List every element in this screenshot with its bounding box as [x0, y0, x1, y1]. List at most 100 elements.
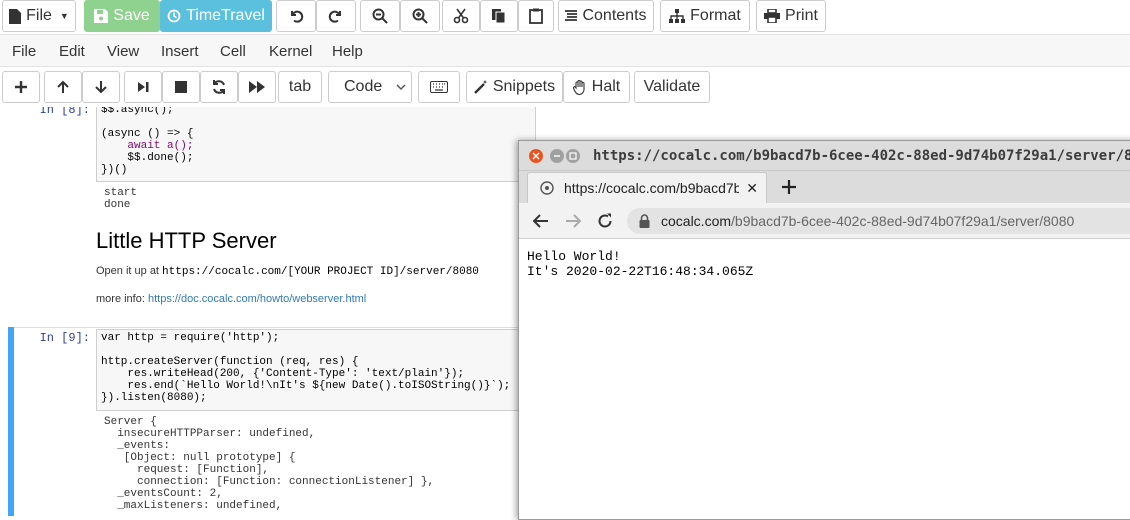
minimize-icon — [554, 155, 560, 157]
output-line: _events: — [104, 440, 171, 452]
format-button[interactable]: Format — [660, 0, 750, 32]
menu-help[interactable]: Help — [332, 43, 363, 60]
step-forward-icon — [137, 81, 149, 93]
stop-button[interactable] — [162, 71, 200, 103]
print-button[interactable]: Print — [756, 0, 826, 32]
cell-type-select[interactable]: Code — [328, 71, 412, 103]
browser-tab[interactable]: https://cocalc.com/b9bacd7b-6cee-402c-88… — [527, 172, 767, 203]
forward-icon[interactable] — [565, 214, 582, 233]
cell-type-value: Code — [344, 78, 383, 95]
menu-bar: File Edit View Insert Cell Kernel Help — [0, 34, 1130, 67]
contents-button[interactable]: Contents — [558, 0, 654, 32]
menu-insert[interactable]: Insert — [161, 43, 199, 60]
redo-icon — [328, 8, 344, 24]
paste-button[interactable] — [518, 0, 554, 32]
copy-icon — [491, 8, 507, 24]
code-line: (async () => { — [101, 128, 194, 140]
run-cell-button[interactable] — [124, 71, 162, 103]
list-icon — [565, 10, 578, 22]
move-down-button[interactable] — [82, 71, 120, 103]
save-label: Save — [113, 7, 150, 24]
markdown-heading: Little HTTP Server — [96, 228, 277, 253]
menu-cell[interactable]: Cell — [220, 43, 246, 60]
timetravel-button[interactable]: TimeTravel — [160, 0, 272, 32]
window-maximize-button[interactable] — [566, 149, 580, 163]
copy-button[interactable] — [480, 0, 518, 32]
menu-view[interactable]: View — [107, 43, 139, 60]
keyboard-shortcuts-button[interactable] — [418, 71, 460, 103]
run-all-button[interactable] — [238, 71, 276, 103]
halt-label: Halt — [591, 78, 621, 95]
cut-button[interactable] — [442, 0, 480, 32]
restart-button[interactable] — [200, 71, 238, 103]
url-bar[interactable]: cocalc.com/b9bacd7b-6cee-402c-88ed-9d74b… — [627, 208, 1130, 234]
validate-button[interactable]: Validate — [634, 71, 710, 103]
output-line: connection: [Function: connectionListene… — [104, 476, 435, 488]
halt-button[interactable]: Halt — [563, 71, 630, 103]
window-close-button[interactable] — [529, 149, 543, 163]
window-minimize-button[interactable] — [550, 149, 564, 163]
snippets-button[interactable]: Snippets — [466, 71, 563, 103]
print-icon — [764, 9, 781, 23]
stop-icon — [175, 81, 187, 93]
output-line: done — [104, 199, 131, 211]
tab-strip: https://cocalc.com/b9bacd7b-6cee-402c-88… — [519, 171, 1130, 203]
save-button[interactable]: Save — [84, 0, 160, 32]
zoom-out-button[interactable] — [360, 0, 400, 32]
code-line: $$.async(); — [101, 107, 174, 116]
url-text: cocalc.com/b9bacd7b-6cee-402c-88ed-9d74b… — [661, 213, 1074, 229]
back-icon[interactable] — [532, 214, 549, 233]
navigation-bar: cocalc.com/b9bacd7b-6cee-402c-88ed-9d74b… — [519, 203, 1130, 239]
menu-edit[interactable]: Edit — [59, 43, 85, 60]
cell9-code[interactable]: var http = require('http'); http.createS… — [96, 329, 536, 411]
new-tab-button[interactable] — [779, 177, 799, 197]
code-line: http.createServer(function (req, res) { — [101, 356, 359, 368]
code-line: }).listen(8080); — [101, 392, 207, 404]
tab-close-icon[interactable]: ✕ — [746, 180, 758, 197]
top-toolbar: File ▼ Save TimeTravel Contents Format P… — [0, 0, 1130, 34]
webserver-doc-link[interactable]: https://doc.cocalc.com/howto/webserver.h… — [148, 293, 366, 305]
cell9-output: Server { insecureHTTPParser: undefined, … — [104, 416, 434, 512]
cell8-code[interactable]: $$.async(); (async () => { await a(); $$… — [96, 107, 536, 182]
close-icon — [532, 152, 540, 160]
page-body-text: Hello World! It's 2020-02-22T16:48:34.06… — [527, 249, 753, 279]
file-menu-label: File — [26, 7, 52, 24]
cell8-prompt: In [8]: — [39, 107, 90, 117]
tab-button[interactable]: tab — [278, 71, 322, 103]
tab-title: https://cocalc.com/b9bacd7b-6cee-402c-88… — [564, 180, 739, 196]
menu-file[interactable]: File — [12, 43, 36, 60]
snippets-label: Snippets — [492, 78, 556, 95]
code-line: $$.done(); — [101, 152, 194, 164]
validate-label: Validate — [643, 78, 701, 95]
markdown-more-info: more info: https://doc.cocalc.com/howto/… — [96, 293, 366, 305]
magic-wand-icon — [474, 80, 488, 94]
undo-button[interactable] — [276, 0, 316, 32]
reload-icon[interactable] — [597, 213, 613, 234]
url-host: cocalc.com — [661, 213, 732, 229]
move-up-button[interactable] — [44, 71, 82, 103]
zoom-in-button[interactable] — [400, 0, 440, 32]
scissors-icon — [453, 8, 469, 24]
file-icon — [9, 8, 22, 24]
arrow-up-icon — [56, 80, 70, 94]
output-line: Server { — [104, 416, 157, 428]
hand-icon — [572, 79, 587, 95]
output-line: _eventsCount: 2, — [104, 488, 223, 500]
file-menu-button[interactable]: File ▼ — [2, 0, 76, 32]
sitemap-icon — [669, 9, 686, 23]
contents-label: Contents — [582, 7, 647, 24]
output-line: request: [Function], — [104, 464, 270, 476]
menu-kernel[interactable]: Kernel — [269, 43, 312, 60]
undo-icon — [288, 8, 304, 24]
code-line: res.writeHead(200, {'Content-Type': 'tex… — [101, 368, 465, 380]
code-line: var http = require('http'); — [101, 332, 280, 344]
fast-forward-icon — [249, 81, 265, 93]
url-path: /b9bacd7b-6cee-402c-88ed-9d74b07f29a1/se… — [731, 213, 1075, 229]
plus-icon — [782, 180, 796, 194]
cell-toolbar: tab Code Snippets Halt Validate — [0, 67, 1130, 107]
redo-button[interactable] — [316, 0, 356, 32]
insert-cell-button[interactable] — [2, 71, 40, 103]
cell8-output: start done — [104, 187, 137, 211]
lock-icon — [639, 214, 650, 233]
cell9-prompt: In [9]: — [39, 331, 90, 345]
